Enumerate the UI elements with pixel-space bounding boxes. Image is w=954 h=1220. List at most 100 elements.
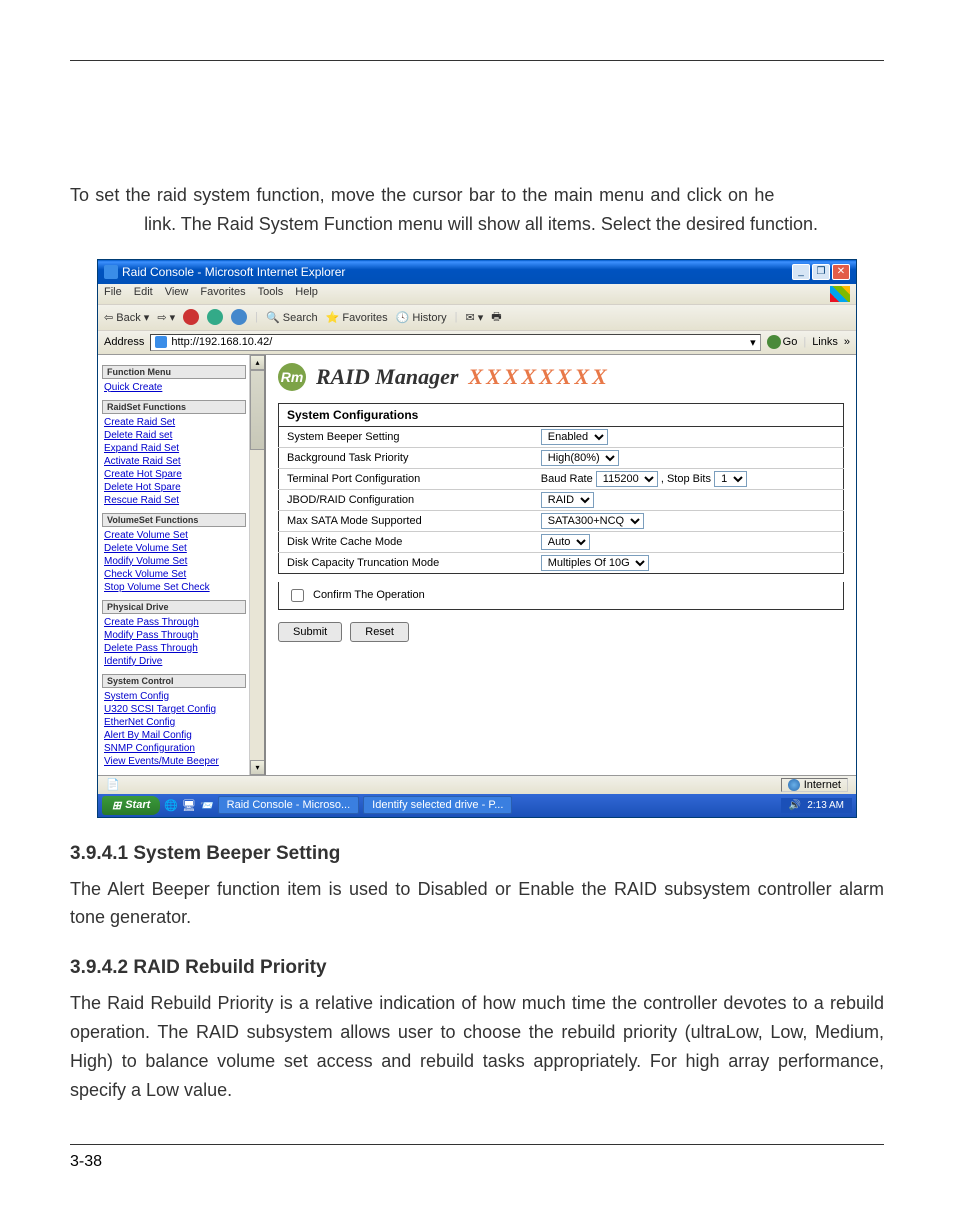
title-bar: Raid Console - Microsoft Internet Explor… (98, 260, 856, 284)
mail-icon[interactable]: ✉ ▾ (465, 311, 483, 324)
sata-select[interactable]: SATA300+NCQ (541, 513, 644, 529)
print-icon[interactable]: 🖶 (491, 308, 501, 327)
row-label: System Beeper Setting (279, 426, 533, 447)
sidebar-system-config[interactable]: System Config (102, 690, 246, 703)
sidebar-modify-passthrough[interactable]: Modify Pass Through (102, 629, 246, 642)
quick-launch-outlook-icon[interactable]: 📨 (200, 799, 214, 812)
scroll-down-icon[interactable]: ▾ (250, 760, 265, 775)
submit-button[interactable]: Submit (278, 622, 342, 642)
sidebar-create-raidset[interactable]: Create Raid Set (102, 416, 246, 429)
button-row: Submit Reset (278, 622, 844, 642)
menu-bar: File Edit View Favorites Tools Help (98, 284, 856, 305)
sidebar-expand-raidset[interactable]: Expand Raid Set (102, 442, 246, 455)
truncation-select[interactable]: Multiples Of 10G (541, 555, 649, 571)
config-table: System Configurations System Beeper Sett… (278, 403, 844, 574)
menu-tools[interactable]: Tools (258, 286, 284, 302)
sidebar-create-hotspare[interactable]: Create Hot Spare (102, 468, 246, 481)
sidebar-create-passthrough[interactable]: Create Pass Through (102, 616, 246, 629)
window-controls: _ ❐ ✕ (792, 264, 850, 280)
menu-view[interactable]: View (165, 286, 189, 302)
address-bar: Address http://192.168.10.42/ ▾ Go | Lin… (98, 331, 856, 355)
sidebar-create-volset[interactable]: Create Volume Set (102, 529, 246, 542)
confirm-row: Confirm The Operation (278, 582, 844, 610)
menu-file[interactable]: File (104, 286, 122, 302)
sidebar-rescue-raidset[interactable]: Rescue Raid Set (102, 494, 246, 507)
minimize-button[interactable]: _ (792, 264, 810, 280)
stopbits-label: , Stop Bits (661, 473, 711, 485)
address-label: Address (104, 336, 144, 348)
sidebar-alert-mail[interactable]: Alert By Mail Config (102, 729, 246, 742)
maximize-button[interactable]: ❐ (812, 264, 830, 280)
row-label: JBOD/RAID Configuration (279, 489, 533, 510)
reset-button[interactable]: Reset (350, 622, 409, 642)
go-button[interactable]: Go (767, 335, 798, 349)
header-rule (70, 60, 884, 61)
stopbits-select[interactable]: 1 (714, 471, 747, 487)
priority-paragraph: The Raid Rebuild Priority is a relative … (70, 989, 884, 1104)
links-chevron-icon[interactable]: » (844, 336, 850, 348)
browser-window: Raid Console - Microsoft Internet Explor… (97, 259, 857, 818)
priority-select[interactable]: High(80%) (541, 450, 619, 466)
forward-button[interactable]: ⇨ ▾ (157, 311, 175, 324)
quick-launch-ie-icon[interactable]: 🌐 (164, 799, 178, 812)
beeper-select[interactable]: Enabled (541, 429, 608, 445)
address-dropdown-icon[interactable]: ▾ (750, 336, 756, 349)
menu-favorites[interactable]: Favorites (200, 286, 245, 302)
search-button[interactable]: 🔍 Search (266, 311, 318, 324)
baud-select[interactable]: 115200 (596, 471, 658, 487)
windows-flag-icon (830, 286, 850, 302)
links-label[interactable]: Links (812, 336, 838, 348)
address-input[interactable]: http://192.168.10.42/ ▾ (150, 334, 760, 351)
scroll-up-icon[interactable]: ▴ (250, 355, 265, 370)
back-button[interactable]: ⇦ Back ▾ (104, 311, 149, 324)
sidebar-delete-volset[interactable]: Delete Volume Set (102, 542, 246, 555)
sidebar-delete-passthrough[interactable]: Delete Pass Through (102, 642, 246, 655)
go-icon (767, 335, 781, 349)
sidebar-delete-raidset[interactable]: Delete Raid set (102, 429, 246, 442)
security-zone: Internet (781, 778, 848, 792)
sidebar-view-events[interactable]: View Events/Mute Beeper (102, 755, 246, 768)
home-icon[interactable] (231, 309, 247, 325)
main-panel: Rm RAID Manager XXXXXXXX System Configur… (266, 355, 856, 775)
scroll-thumb[interactable] (250, 370, 265, 450)
sidebar-group-system: System Control (102, 674, 246, 688)
stop-icon[interactable] (183, 309, 199, 325)
taskbar-task-identify[interactable]: Identify selected drive - P... (363, 796, 512, 814)
row-label: Disk Write Cache Mode (279, 531, 533, 552)
sidebar: Function Menu Quick Create RaidSet Funct… (98, 355, 266, 775)
table-row: Background Task Priority High(80%) (279, 447, 844, 468)
sidebar-stop-volcheck[interactable]: Stop Volume Set Check (102, 581, 246, 594)
sidebar-scsi-config[interactable]: U320 SCSI Target Config (102, 703, 246, 716)
page-status-icon: 📄 (106, 779, 120, 791)
menu-edit[interactable]: Edit (134, 286, 153, 302)
sidebar-identify-drive[interactable]: Identify Drive (102, 655, 246, 668)
raid-logo-icon: Rm (278, 363, 306, 391)
row-label: Background Task Priority (279, 447, 533, 468)
close-button[interactable]: ✕ (832, 264, 850, 280)
ie-icon (104, 265, 118, 279)
jbod-select[interactable]: RAID (541, 492, 594, 508)
history-button[interactable]: 🕓 History (396, 311, 447, 324)
sidebar-group-menu: Function Menu (102, 365, 246, 379)
page-footer: 3-38 (70, 1144, 884, 1171)
sidebar-scrollbar[interactable]: ▴ ▾ (249, 355, 264, 775)
taskbar-task-raid[interactable]: Raid Console - Microso... (218, 796, 360, 814)
sidebar-delete-hotspare[interactable]: Delete Hot Spare (102, 481, 246, 494)
sidebar-ethernet-config[interactable]: EtherNet Config (102, 716, 246, 729)
sidebar-modify-volset[interactable]: Modify Volume Set (102, 555, 246, 568)
favorites-button[interactable]: ⭐ Favorites (326, 311, 388, 324)
sidebar-snmp-config[interactable]: SNMP Configuration (102, 742, 246, 755)
table-row: Disk Capacity Truncation Mode Multiples … (279, 552, 844, 573)
start-button[interactable]: ⊞ Start (102, 796, 160, 815)
table-row: Terminal Port Configuration Baud Rate 11… (279, 468, 844, 489)
sidebar-activate-raidset[interactable]: Activate Raid Set (102, 455, 246, 468)
menu-help[interactable]: Help (295, 286, 318, 302)
cache-select[interactable]: Auto (541, 534, 590, 550)
confirm-checkbox[interactable] (291, 589, 304, 602)
quick-launch-desktop-icon[interactable]: 🖥 (182, 799, 196, 812)
sidebar-quick-create[interactable]: Quick Create (102, 381, 246, 394)
tray-icon[interactable]: 🔊 (789, 800, 801, 811)
refresh-icon[interactable] (207, 309, 223, 325)
sidebar-check-volset[interactable]: Check Volume Set (102, 568, 246, 581)
row-label: Max SATA Mode Supported (279, 510, 533, 531)
